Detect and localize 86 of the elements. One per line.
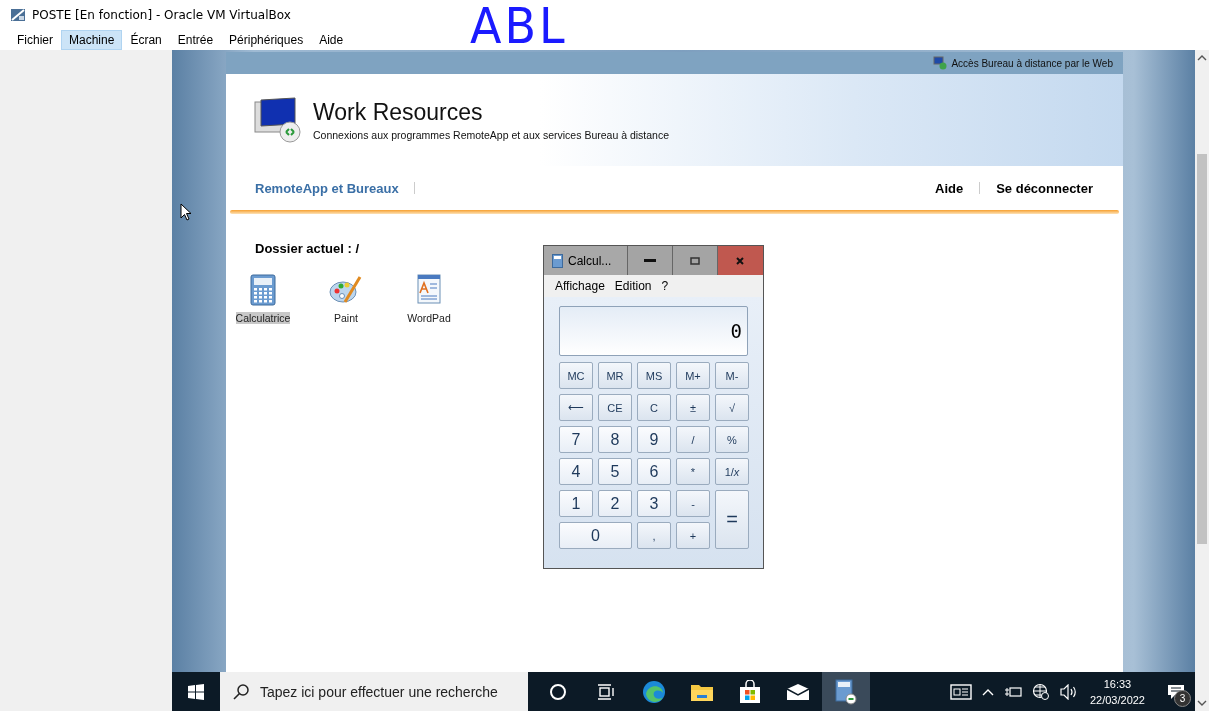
nav-link[interactable]: Se déconnecter: [996, 180, 1093, 196]
page-subtitle: Connexions aux programmes RemoteApp et aux services Bureau à distance: [313, 129, 670, 141]
globe-icon[interactable]: [1031, 682, 1050, 701]
search-field[interactable]: Tapez ici pour effectuer une recherche: [220, 672, 528, 711]
window-title: POSTE [En fonction] - Oracle VM VirtualBox: [32, 8, 291, 22]
calculator-key[interactable]: ±: [676, 394, 710, 421]
close-icon: [735, 255, 746, 266]
mouse-cursor-icon: [180, 203, 192, 221]
menu-item[interactable]: Écran: [122, 30, 170, 50]
minimize-button[interactable]: [627, 246, 673, 275]
wordpad-document-icon[interactable]: [416, 274, 442, 306]
calculator-icon: [552, 253, 563, 268]
scrollbar-thumb[interactable]: [1197, 154, 1207, 544]
calculator-key[interactable]: C: [637, 394, 671, 421]
app-label[interactable]: WordPad: [407, 312, 451, 324]
calculator-key[interactable]: -: [676, 490, 710, 517]
handwritten-annotation: ABL: [470, 0, 568, 53]
calculator-key[interactable]: MS: [637, 362, 671, 389]
calculator-title: Calcul...: [568, 253, 612, 268]
calculator-key[interactable]: 6: [637, 458, 671, 485]
calculator-key[interactable]: /: [676, 426, 710, 453]
speaker-icon[interactable]: [1059, 683, 1078, 700]
app-label[interactable]: Calculatrice: [235, 312, 291, 324]
search-icon: [232, 683, 250, 701]
calculator-key[interactable]: CE: [598, 394, 632, 421]
paint-palette-icon[interactable]: [329, 274, 363, 306]
nav-link[interactable]: RemoteApp et Bureaux: [255, 180, 399, 196]
calculator-key[interactable]: 8: [598, 426, 632, 453]
menu-item[interactable]: Affichage: [550, 279, 610, 293]
taskbar-button[interactable]: [822, 672, 870, 711]
calculator-display: 0: [559, 306, 748, 356]
app-label[interactable]: Paint: [334, 312, 358, 324]
menu-item[interactable]: Entrée: [169, 30, 222, 50]
clock-date[interactable]: 22/03/2022: [1089, 691, 1145, 708]
menu-item[interactable]: Machine: [61, 30, 123, 50]
calculator-icon: [835, 678, 857, 705]
chevron-up-icon[interactable]: [981, 687, 994, 696]
virtualbox-icon: [10, 7, 26, 23]
calculator-icon[interactable]: [250, 274, 276, 306]
scroll-up-icon[interactable]: [1197, 54, 1207, 62]
calculator-key[interactable]: 5: [598, 458, 632, 485]
calculator-key[interactable]: 3: [637, 490, 671, 517]
calculator-key[interactable]: 4: [559, 458, 593, 485]
menu-item[interactable]: Edition: [609, 279, 657, 293]
calculator-key[interactable]: MC: [559, 362, 593, 389]
calculator-key[interactable]: M-: [715, 362, 749, 389]
task-view-icon: [597, 683, 615, 700]
scroll-down-icon[interactable]: [1197, 699, 1207, 707]
menu-item[interactable]: Périphériques: [221, 30, 312, 50]
calculator-key[interactable]: √: [715, 394, 749, 421]
calculator-key[interactable]: 2: [598, 490, 632, 517]
menu-item[interactable]: Fichier: [9, 30, 61, 50]
page-title: Work Resources: [313, 99, 484, 126]
scrollbar[interactable]: [1195, 50, 1209, 711]
calculator-key[interactable]: 1/x: [715, 458, 749, 485]
windows-logo-icon: [188, 683, 204, 700]
mail-icon: [786, 682, 810, 701]
web-access-link[interactable]: Accès Bureau à distance par le Web: [951, 57, 1113, 69]
shopping-bag-icon: [739, 679, 761, 704]
circle-icon: [549, 682, 567, 701]
calculator-key[interactable]: +: [676, 522, 710, 549]
calculator-key[interactable]: 9: [637, 426, 671, 453]
calculator-key[interactable]: *: [676, 458, 710, 485]
calculator-key[interactable]: %: [715, 426, 749, 453]
clock-time[interactable]: 16:33: [1103, 675, 1132, 692]
power-plug-icon[interactable]: [1003, 685, 1022, 698]
calculator-key[interactable]: ⟵: [559, 394, 593, 421]
calculator-key[interactable]: 7: [559, 426, 593, 453]
nav-link[interactable]: Aide: [935, 180, 964, 196]
calculator-key[interactable]: 0: [559, 522, 632, 549]
maximize-icon: [689, 256, 700, 265]
calculator-key[interactable]: ,: [637, 522, 671, 549]
news-icon[interactable]: [949, 683, 972, 700]
menu-item[interactable]: ?: [656, 279, 674, 293]
browser-icon: [642, 679, 666, 704]
calculator-key[interactable]: MR: [598, 362, 632, 389]
calculator-key[interactable]: M+: [676, 362, 710, 389]
minimize-icon: [643, 258, 656, 263]
notification-count-badge: 3: [1174, 690, 1191, 707]
calculator-key[interactable]: =: [715, 490, 749, 549]
remote-desktop-icon: [933, 56, 948, 70]
menu-item[interactable]: Aide: [311, 30, 352, 50]
calculator-key[interactable]: 1: [559, 490, 593, 517]
maximize-button[interactable]: [672, 246, 718, 275]
close-button[interactable]: [717, 246, 763, 275]
folder-label: Dossier actuel : /: [254, 241, 361, 256]
